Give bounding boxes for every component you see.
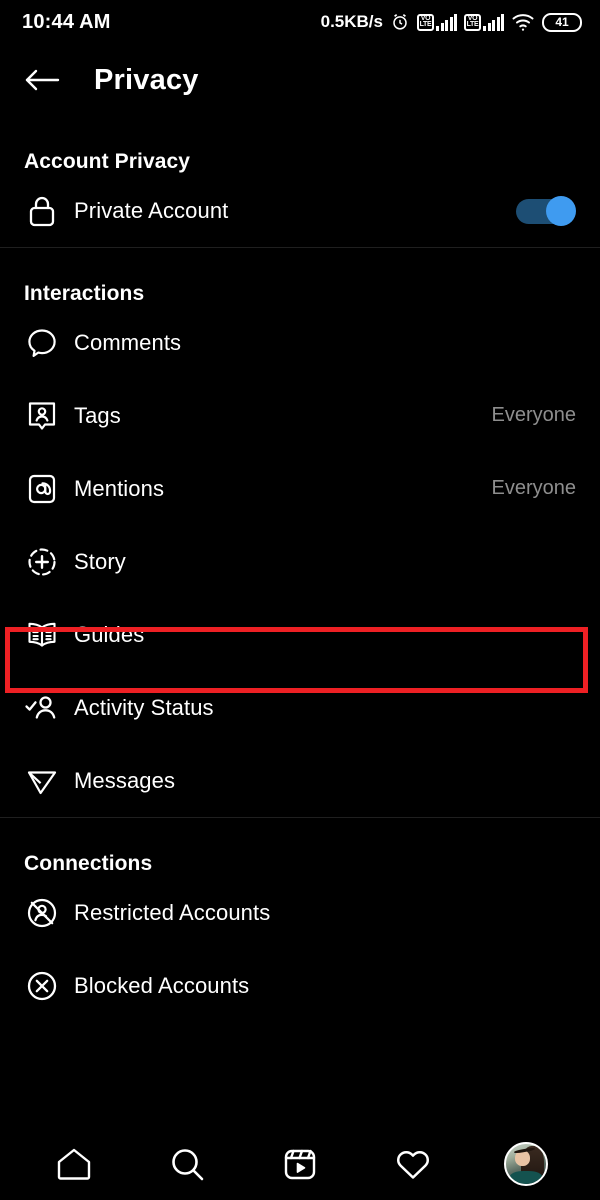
row-private-account[interactable]: Private Account: [0, 174, 600, 247]
restricted-icon: [24, 895, 60, 931]
row-label: Comments: [74, 329, 182, 355]
status-bar-time: 10:44 AM: [22, 10, 111, 33]
avatar-body: [509, 1171, 542, 1184]
wifi-icon: [511, 12, 535, 32]
row-restricted-accounts[interactable]: Restricted Accounts: [0, 876, 600, 949]
reels-icon[interactable]: [270, 1134, 330, 1194]
row-messages[interactable]: Messages: [0, 744, 600, 817]
instagram-privacy-screen: 10:44 AM 0.5KB/s VO LTE VO LTE 41 Privac…: [0, 0, 600, 1200]
guides-icon: [24, 617, 60, 653]
messages-icon: [24, 763, 60, 799]
page-title: Privacy: [94, 63, 199, 96]
profile-avatar[interactable]: [496, 1134, 556, 1194]
battery-level-text: 41: [555, 15, 569, 29]
comment-icon: [24, 325, 60, 361]
row-story[interactable]: Story: [0, 525, 600, 598]
section-interactions: Interactions Comments Tags Everyone Ment…: [0, 248, 600, 817]
status-bar-indicators: 0.5KB/s VO LTE VO LTE 41: [321, 12, 582, 32]
row-label: Guides: [74, 621, 145, 647]
row-label: Tags: [74, 402, 121, 428]
section-account-privacy: Account Privacy Private Account: [0, 116, 600, 247]
activity-status-icon: [24, 690, 60, 726]
toggle-knob: [546, 195, 576, 226]
row-label: Restricted Accounts: [74, 899, 271, 925]
lock-icon: [24, 193, 60, 229]
section-title-connections: Connections: [24, 852, 153, 875]
section-title-interactions: Interactions: [24, 282, 145, 305]
row-blocked-accounts[interactable]: Blocked Accounts: [0, 949, 600, 1022]
sim2-volte-signal-icon: VO LTE: [464, 13, 504, 31]
row-guides[interactable]: Guides: [0, 598, 600, 671]
section-connections: Connections Restricted Accounts Blocked …: [0, 818, 600, 1022]
row-label: Story: [74, 548, 126, 574]
row-value: Everyone: [491, 404, 577, 426]
avatar: [503, 1142, 548, 1186]
home-icon[interactable]: [44, 1134, 104, 1194]
row-label: Blocked Accounts: [74, 972, 250, 998]
network-speed-text: 0.5KB/s: [320, 12, 383, 31]
heart-icon[interactable]: [383, 1134, 443, 1194]
battery-indicator: 41: [542, 12, 582, 32]
search-icon[interactable]: [157, 1134, 217, 1194]
back-arrow-icon[interactable]: [24, 67, 60, 93]
sim1-volte-signal-icon: VO LTE: [417, 13, 457, 31]
row-tags[interactable]: Tags Everyone: [0, 379, 600, 452]
tag-icon: [24, 398, 60, 434]
row-activity-status[interactable]: Activity Status: [0, 671, 600, 744]
row-label: Activity Status: [74, 694, 214, 720]
bottom-navigation-bar: [0, 1128, 600, 1200]
page-header: Privacy: [0, 44, 600, 116]
status-bar: 10:44 AM 0.5KB/s VO LTE VO LTE 41: [0, 0, 600, 44]
row-comments[interactable]: Comments: [0, 306, 600, 379]
private-account-toggle[interactable]: [516, 195, 576, 226]
row-value: Everyone: [491, 477, 577, 499]
section-title-account-privacy: Account Privacy: [24, 150, 191, 173]
blocked-icon: [24, 968, 60, 1004]
mention-icon: [24, 471, 60, 507]
row-label: Private Account: [74, 197, 229, 223]
story-icon: [24, 544, 60, 580]
row-label: Messages: [74, 767, 176, 793]
row-mentions[interactable]: Mentions Everyone: [0, 452, 600, 525]
row-label: Mentions: [74, 475, 165, 501]
alarm-clock-icon: [390, 12, 410, 32]
